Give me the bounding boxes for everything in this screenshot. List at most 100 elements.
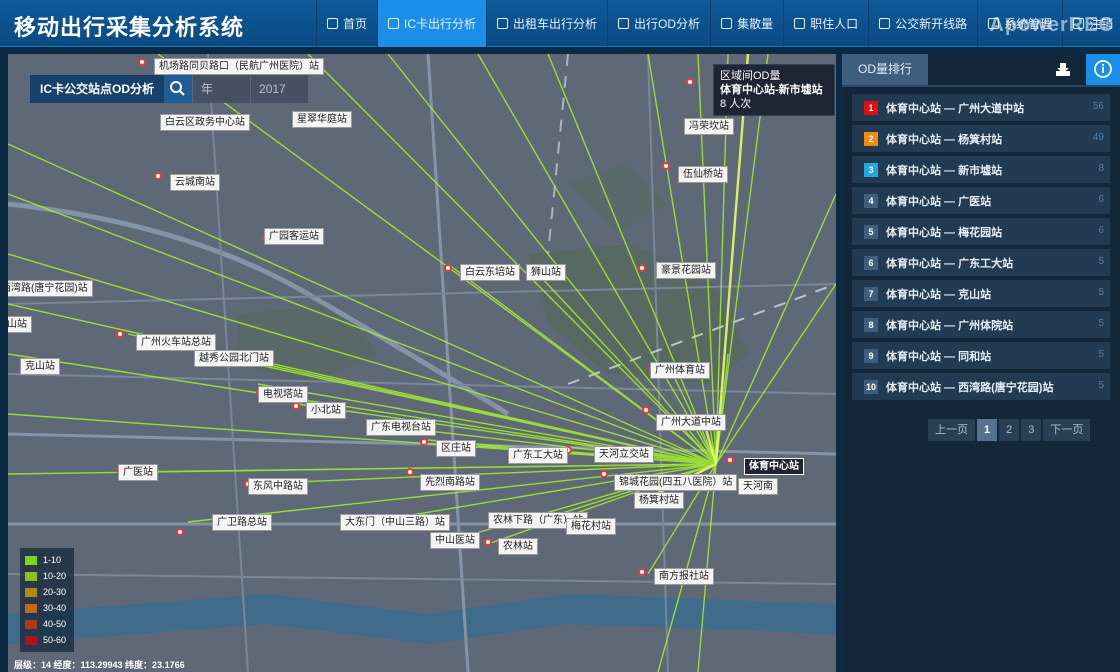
rank-number: 6	[864, 255, 878, 270]
list-item[interactable]: 8 体育中心站 — 广州体院站 5	[852, 311, 1110, 338]
station-label[interactable]: 区庄站	[436, 440, 476, 457]
od-info-box: 区域间OD量 体育中心站-新市墟站 8 人次	[713, 64, 835, 116]
station-label[interactable]: 杨箕村站	[634, 492, 684, 509]
rank-count: 5	[1098, 349, 1104, 360]
home-icon	[327, 18, 338, 29]
nav-label: 出租车出行分析	[513, 17, 598, 31]
rank-route: 体育中心站 — 广州大道中站	[886, 102, 1025, 115]
station-label[interactable]: 云城南站	[170, 174, 220, 191]
station-label[interactable]: 广医站	[118, 464, 158, 481]
station-label[interactable]: 白云东培站	[460, 264, 520, 281]
rank-count: 6	[1098, 194, 1104, 205]
station-label[interactable]: 白云区政务中心站	[160, 114, 250, 131]
station-marker[interactable]	[662, 162, 670, 170]
list-item[interactable]: 1 体育中心站 — 广州大道中站 56	[852, 94, 1110, 121]
station-marker[interactable]	[484, 538, 492, 546]
nav-label: 首页	[343, 17, 368, 31]
nav-item-taxi[interactable]: 出租车出行分析	[486, 0, 607, 47]
station-label[interactable]: 广园客运站	[264, 228, 324, 245]
rank-number: 4	[864, 193, 878, 208]
list-item[interactable]: 3 体育中心站 — 新市墟站 8	[852, 156, 1110, 183]
station-label[interactable]: 克山站	[20, 358, 60, 375]
station-label[interactable]: 电视塔站	[258, 386, 308, 403]
map-view[interactable]: 机场路同贝路口（民航广州医院）站 白云区政务中心站 星翠华庭站 云城南站 广园客…	[8, 54, 836, 672]
nav-item-population[interactable]: 职住人口	[783, 0, 868, 47]
station-label[interactable]: 广东工大站	[508, 447, 568, 464]
search-icon	[170, 81, 185, 96]
page-button[interactable]: 1	[977, 419, 998, 441]
nav-item-od[interactable]: 出行OD分析	[607, 0, 710, 47]
station-label[interactable]: 广州火车站总站	[136, 334, 216, 351]
station-marker[interactable]	[638, 264, 646, 272]
station-label-selected[interactable]: 体育中心站	[744, 458, 804, 475]
station-label[interactable]: 山站	[8, 316, 32, 333]
station-marker[interactable]	[176, 528, 184, 536]
station-label[interactable]: 越秀公园北门站	[194, 350, 274, 367]
legend-label: 10-20	[43, 571, 67, 581]
station-label[interactable]: 冯荣坎站	[684, 118, 734, 135]
station-marker[interactable]	[642, 406, 650, 414]
station-marker[interactable]	[638, 568, 646, 576]
station-marker[interactable]	[292, 402, 300, 410]
station-marker[interactable]	[726, 456, 734, 464]
station-label[interactable]: 锦城花园(四五八医院）站	[614, 474, 738, 491]
station-label[interactable]: 机场路同贝路口（民航广州医院）站	[154, 58, 324, 75]
station-marker[interactable]	[420, 438, 428, 446]
station-marker[interactable]	[686, 78, 694, 86]
station-label[interactable]: 东风中路站	[248, 478, 308, 495]
station-label[interactable]: 广州大道中站	[656, 414, 726, 431]
list-item[interactable]: 10 体育中心站 — 西湾路(唐宁花园)站 5	[852, 373, 1110, 400]
station-marker[interactable]	[444, 264, 452, 272]
station-marker[interactable]	[154, 172, 162, 180]
station-marker[interactable]	[406, 468, 414, 476]
list-item[interactable]: 6 体育中心站 — 广东工大站 5	[852, 249, 1110, 276]
station-label[interactable]: 星翠华庭站	[292, 111, 352, 128]
station-label[interactable]: 狮山站	[526, 264, 566, 281]
station-label[interactable]: 南方报社站	[654, 568, 714, 585]
rank-route: 体育中心站 — 同和站	[886, 350, 992, 363]
year-value-input[interactable]: 2017	[250, 75, 309, 103]
station-label[interactable]: 先烈南路站	[420, 474, 480, 491]
list-item[interactable]: 2 体育中心站 — 杨箕村站 49	[852, 125, 1110, 152]
nav-item-home[interactable]: 首页	[316, 0, 377, 47]
download-icon[interactable]	[1055, 62, 1071, 77]
station-label[interactable]: 伍仙桥站	[678, 166, 728, 183]
station-label[interactable]: 豪景花园站	[656, 262, 716, 279]
station-marker[interactable]	[138, 58, 146, 66]
year-input[interactable]: 年	[192, 75, 251, 103]
station-marker[interactable]	[116, 330, 124, 338]
nav-item-ic-card[interactable]: IC卡出行分析	[377, 0, 487, 47]
nav-item-flow[interactable]: 集散量	[710, 0, 783, 47]
nav-item-new-routes[interactable]: 公交新开线路	[868, 0, 977, 47]
next-page-button[interactable]: 下一页	[1043, 419, 1091, 441]
legend-swatch	[25, 587, 37, 597]
list-item[interactable]: 9 体育中心站 — 同和站 5	[852, 342, 1110, 369]
tab-od-ranking[interactable]: OD量排行	[842, 54, 928, 85]
station-label[interactable]: 农林站	[498, 538, 538, 555]
station-label[interactable]: 西湾路(唐宁花园)站	[8, 280, 93, 297]
station-label[interactable]: 广州体育站	[650, 362, 710, 379]
station-label[interactable]: 梅花村站	[566, 518, 616, 535]
station-label[interactable]: 中山医站	[430, 532, 480, 549]
station-label[interactable]: 小北站	[306, 402, 346, 419]
rank-route: 体育中心站 — 广医站	[886, 195, 992, 208]
list-item[interactable]: 7 体育中心站 — 克山站 5	[852, 280, 1110, 307]
station-label[interactable]: 大东门（中山三路）站	[340, 514, 450, 531]
prev-page-button[interactable]: 上一页	[928, 419, 975, 441]
search-button[interactable]	[164, 75, 193, 103]
document-icon	[618, 18, 630, 29]
list-item[interactable]: 4 体育中心站 — 广医站 6	[852, 187, 1110, 214]
page-button[interactable]: 2	[999, 419, 1020, 441]
rank-count: 5	[1098, 256, 1104, 267]
rank-route: 体育中心站 — 广东工大站	[886, 257, 1014, 270]
station-label[interactable]: 天河南	[738, 478, 778, 495]
rank-number: 2	[864, 131, 878, 146]
page-button[interactable]: 3	[1021, 419, 1042, 441]
station-label[interactable]: 广东电视台站	[366, 419, 436, 436]
list-item[interactable]: 5 体育中心站 — 梅花园站 6	[852, 218, 1110, 245]
station-marker[interactable]	[600, 470, 608, 478]
nav-label: 集散量	[737, 17, 774, 31]
info-button[interactable]	[1086, 54, 1120, 85]
station-label[interactable]: 天河立交站	[594, 446, 654, 463]
station-label[interactable]: 广卫路总站	[212, 514, 272, 531]
